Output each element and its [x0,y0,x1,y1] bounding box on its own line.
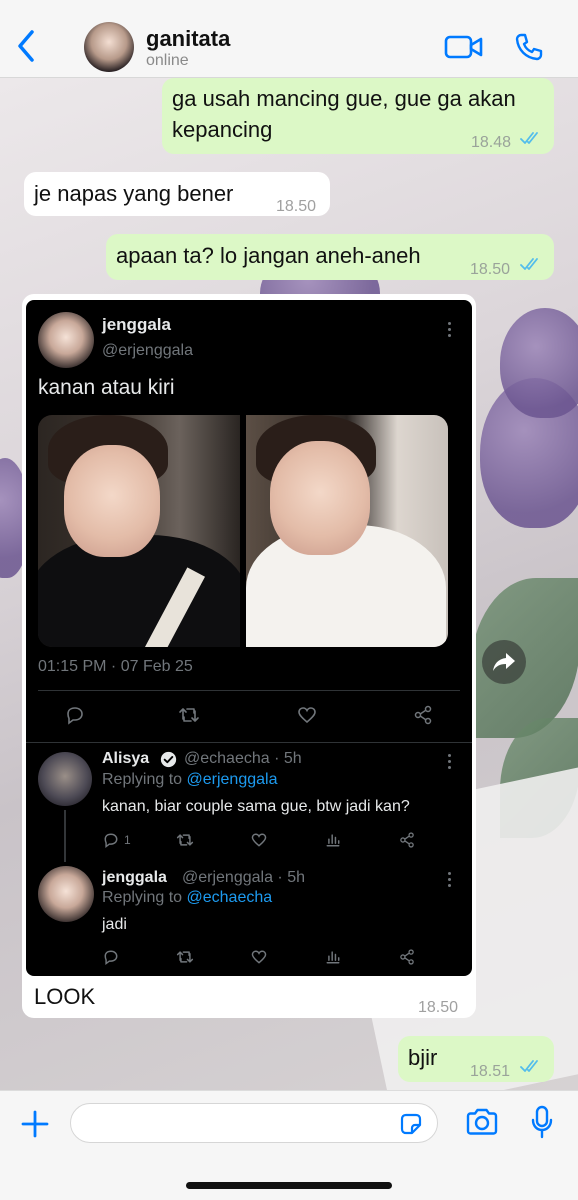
thread-line [64,810,66,862]
message-bubble-incoming[interactable]: je napas yang bener 18.50 [24,172,330,216]
read-receipt-icon [520,258,538,270]
share-icon [400,832,414,848]
tweet-text: kanan atau kiri [38,376,175,399]
sticker-icon[interactable] [398,1111,424,1137]
message-text: kepancing [172,117,273,142]
message-text: ga usah mancing gue, gue ga akan [172,86,516,111]
read-receipt-icon [520,1060,538,1072]
like-icon [251,950,267,964]
forward-arrow-icon [493,653,515,671]
replying-to-link: @erjenggala [186,771,278,788]
message-bubble-outgoing[interactable]: bjir 18.51 [398,1036,554,1082]
reply-handle-time: @erjenggala · 5h [182,869,305,886]
replying-to: Replying to @erjenggala [102,771,278,788]
message-time: 18.50 [418,999,459,1016]
reply-icon [104,950,118,966]
analytics-icon [326,951,340,964]
message-time: 18.50 [470,261,511,278]
share-icon [400,949,414,965]
contact-avatar[interactable] [84,22,134,72]
camera-icon[interactable] [464,1107,500,1137]
message-time: 18.50 [276,198,317,215]
back-chevron-icon[interactable] [14,28,40,64]
message-bubble-outgoing[interactable]: ga usah mancing gue, gue ga akan kepanci… [162,78,554,154]
analytics-icon [326,834,340,847]
retweet-icon [176,951,194,963]
message-input[interactable] [70,1103,438,1143]
forward-button[interactable] [482,640,526,684]
message-time: 18.51 [470,1063,511,1080]
replying-to-link: @echaecha [186,889,273,906]
phone-call-icon[interactable] [514,32,544,62]
message-bubble-outgoing[interactable]: apaan ta? lo jangan aneh-aneh 18.50 [106,234,554,280]
like-icon [298,707,316,724]
video-call-icon[interactable] [444,34,484,60]
reply-count: 1 [124,833,131,847]
more-options-icon [448,872,452,890]
like-icon [251,833,267,847]
reply-author-name: Alisya [102,750,150,767]
chat-header: ganitata online [0,0,578,78]
message-text: bjir [408,1045,438,1070]
reply-text: kanan, biar couple sama gue, btw jadi ka… [102,798,410,815]
divider [38,690,460,691]
contact-name[interactable]: ganitata [146,26,230,52]
more-options-icon [448,754,452,772]
read-receipt-icon [520,132,538,144]
plus-icon[interactable] [20,1109,50,1139]
home-indicator [186,1182,392,1189]
tweet-author-avatar [38,312,94,368]
reply-text: jadi [102,916,127,933]
tweet-author-handle: @erjenggala [102,342,193,359]
wallpaper-flower [500,308,578,418]
tweet-screenshot[interactable]: jenggala @erjenggala kanan atau kiri 01:… [26,300,472,976]
retweet-icon [176,834,194,846]
microphone-icon[interactable] [530,1105,554,1139]
tweet-author-name: jenggala [102,315,171,334]
contact-status: online [146,52,189,69]
reply-icon [67,707,83,725]
message-text: apaan ta? lo jangan aneh-aneh [116,243,421,268]
reply-avatar [38,752,92,806]
message-text: je napas yang bener [34,181,234,206]
replying-to: Replying to @echaecha [102,889,273,906]
reply-author-name: jenggala [102,869,167,886]
reply-handle-time: @echaecha · 5h [184,750,302,767]
divider [26,742,472,743]
tweet-photo-right [246,415,448,647]
retweet-icon [179,708,199,722]
message-text: LOOK [34,984,96,1009]
reply-icon [104,833,118,849]
verified-badge-icon [160,751,177,768]
share-icon [414,705,432,725]
more-options-icon [448,322,452,340]
reply-avatar [38,866,94,922]
message-time: 18.48 [471,134,512,151]
tweet-photo-left [38,415,240,647]
tweet-timestamp: 01:15 PM · 07 Feb 25 [38,658,193,675]
